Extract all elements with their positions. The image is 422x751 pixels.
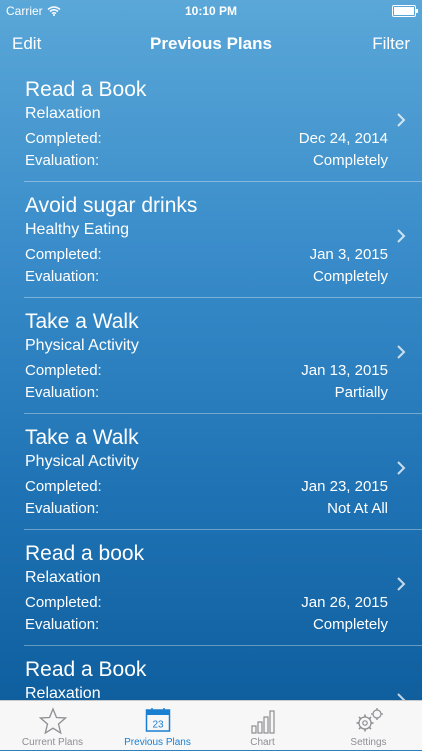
plan-title: Take a Walk [25, 426, 139, 449]
chevron-right-icon [396, 344, 406, 360]
status-time: 10:10 PM [184, 4, 238, 18]
evaluation-label: Evaluation: [25, 500, 100, 517]
tab-previous-plans[interactable]: 23 Previous Plans [105, 701, 210, 751]
chevron-right-icon [396, 228, 406, 244]
evaluation-label: Evaluation: [25, 268, 100, 285]
plan-row[interactable]: Take a Walk Physical Activity Completed:… [24, 414, 422, 530]
completed-label: Completed: [25, 478, 102, 495]
evaluation-label: Evaluation: [25, 152, 100, 169]
completed-label: Completed: [25, 246, 102, 263]
evaluation-label: Evaluation: [25, 384, 100, 401]
status-bar: Carrier 10:10 PM [0, 0, 422, 22]
completed-label: Completed: [25, 362, 102, 379]
tab-label: Chart [250, 737, 275, 748]
evaluation-label: Evaluation: [25, 616, 100, 633]
tab-bar: Current Plans 23 Previous Plans Chart Se… [0, 700, 422, 750]
calendar-icon: 23 [105, 707, 210, 735]
calendar-day: 23 [152, 720, 164, 731]
battery-icon [392, 5, 418, 17]
completed-date: Jan 26, 2015 [301, 594, 388, 611]
plans-list: Read a Book Relaxation Completed: Dec 24… [0, 66, 422, 700]
star-icon [0, 707, 105, 735]
plan-title: Take a Walk [25, 310, 139, 333]
plan-category: Physical Activity [25, 337, 139, 354]
chevron-right-icon [396, 576, 406, 592]
navigation-bar: Edit Previous Plans Filter [0, 22, 422, 66]
plan-row[interactable]: Avoid sugar drinks Healthy Eating Comple… [24, 182, 422, 298]
chevron-right-icon [396, 112, 406, 128]
plan-title: Read a Book [25, 78, 147, 101]
evaluation-value: Partially [334, 384, 388, 401]
plan-row[interactable]: Read a book Relaxation Completed: Jan 26… [24, 530, 422, 646]
plan-row[interactable]: Read a Book Relaxation [24, 646, 422, 700]
tab-label: Settings [350, 737, 387, 748]
completed-date: Jan 23, 2015 [301, 478, 388, 495]
plan-category: Relaxation [25, 569, 101, 586]
bar-chart-icon [210, 707, 315, 735]
gear-icon [316, 707, 421, 735]
tab-label: Current Plans [21, 737, 84, 748]
evaluation-value: Not At All [327, 500, 388, 517]
tab-label: Previous Plans [124, 737, 191, 748]
tab-settings[interactable]: Settings [316, 701, 421, 751]
plan-category: Physical Activity [25, 453, 139, 470]
plan-category: Relaxation [25, 105, 101, 122]
evaluation-value: Completely [312, 268, 388, 285]
plan-row[interactable]: Read a Book Relaxation Completed: Dec 24… [24, 66, 422, 182]
page-title: Previous Plans [150, 34, 272, 53]
completed-date: Jan 13, 2015 [301, 362, 388, 379]
plan-title: Read a Book [25, 658, 147, 681]
completed-date: Dec 24, 2014 [298, 130, 388, 147]
plan-row[interactable]: Take a Walk Physical Activity Completed:… [24, 298, 422, 414]
plan-category: Healthy Eating [25, 221, 130, 238]
completed-date: Jan 3, 2015 [309, 246, 388, 263]
plan-category: Relaxation [25, 685, 101, 700]
tab-current-plans[interactable]: Current Plans [0, 701, 105, 751]
evaluation-value: Completely [312, 152, 388, 169]
tab-chart[interactable]: Chart [210, 701, 315, 751]
evaluation-value: Completely [312, 616, 388, 633]
chevron-right-icon [396, 460, 406, 476]
completed-label: Completed: [25, 130, 102, 147]
plan-title: Avoid sugar drinks [25, 194, 198, 217]
chevron-right-icon [396, 692, 406, 700]
completed-label: Completed: [25, 594, 102, 611]
plan-title: Read a book [25, 542, 145, 565]
filter-button[interactable]: Filter [372, 34, 410, 54]
